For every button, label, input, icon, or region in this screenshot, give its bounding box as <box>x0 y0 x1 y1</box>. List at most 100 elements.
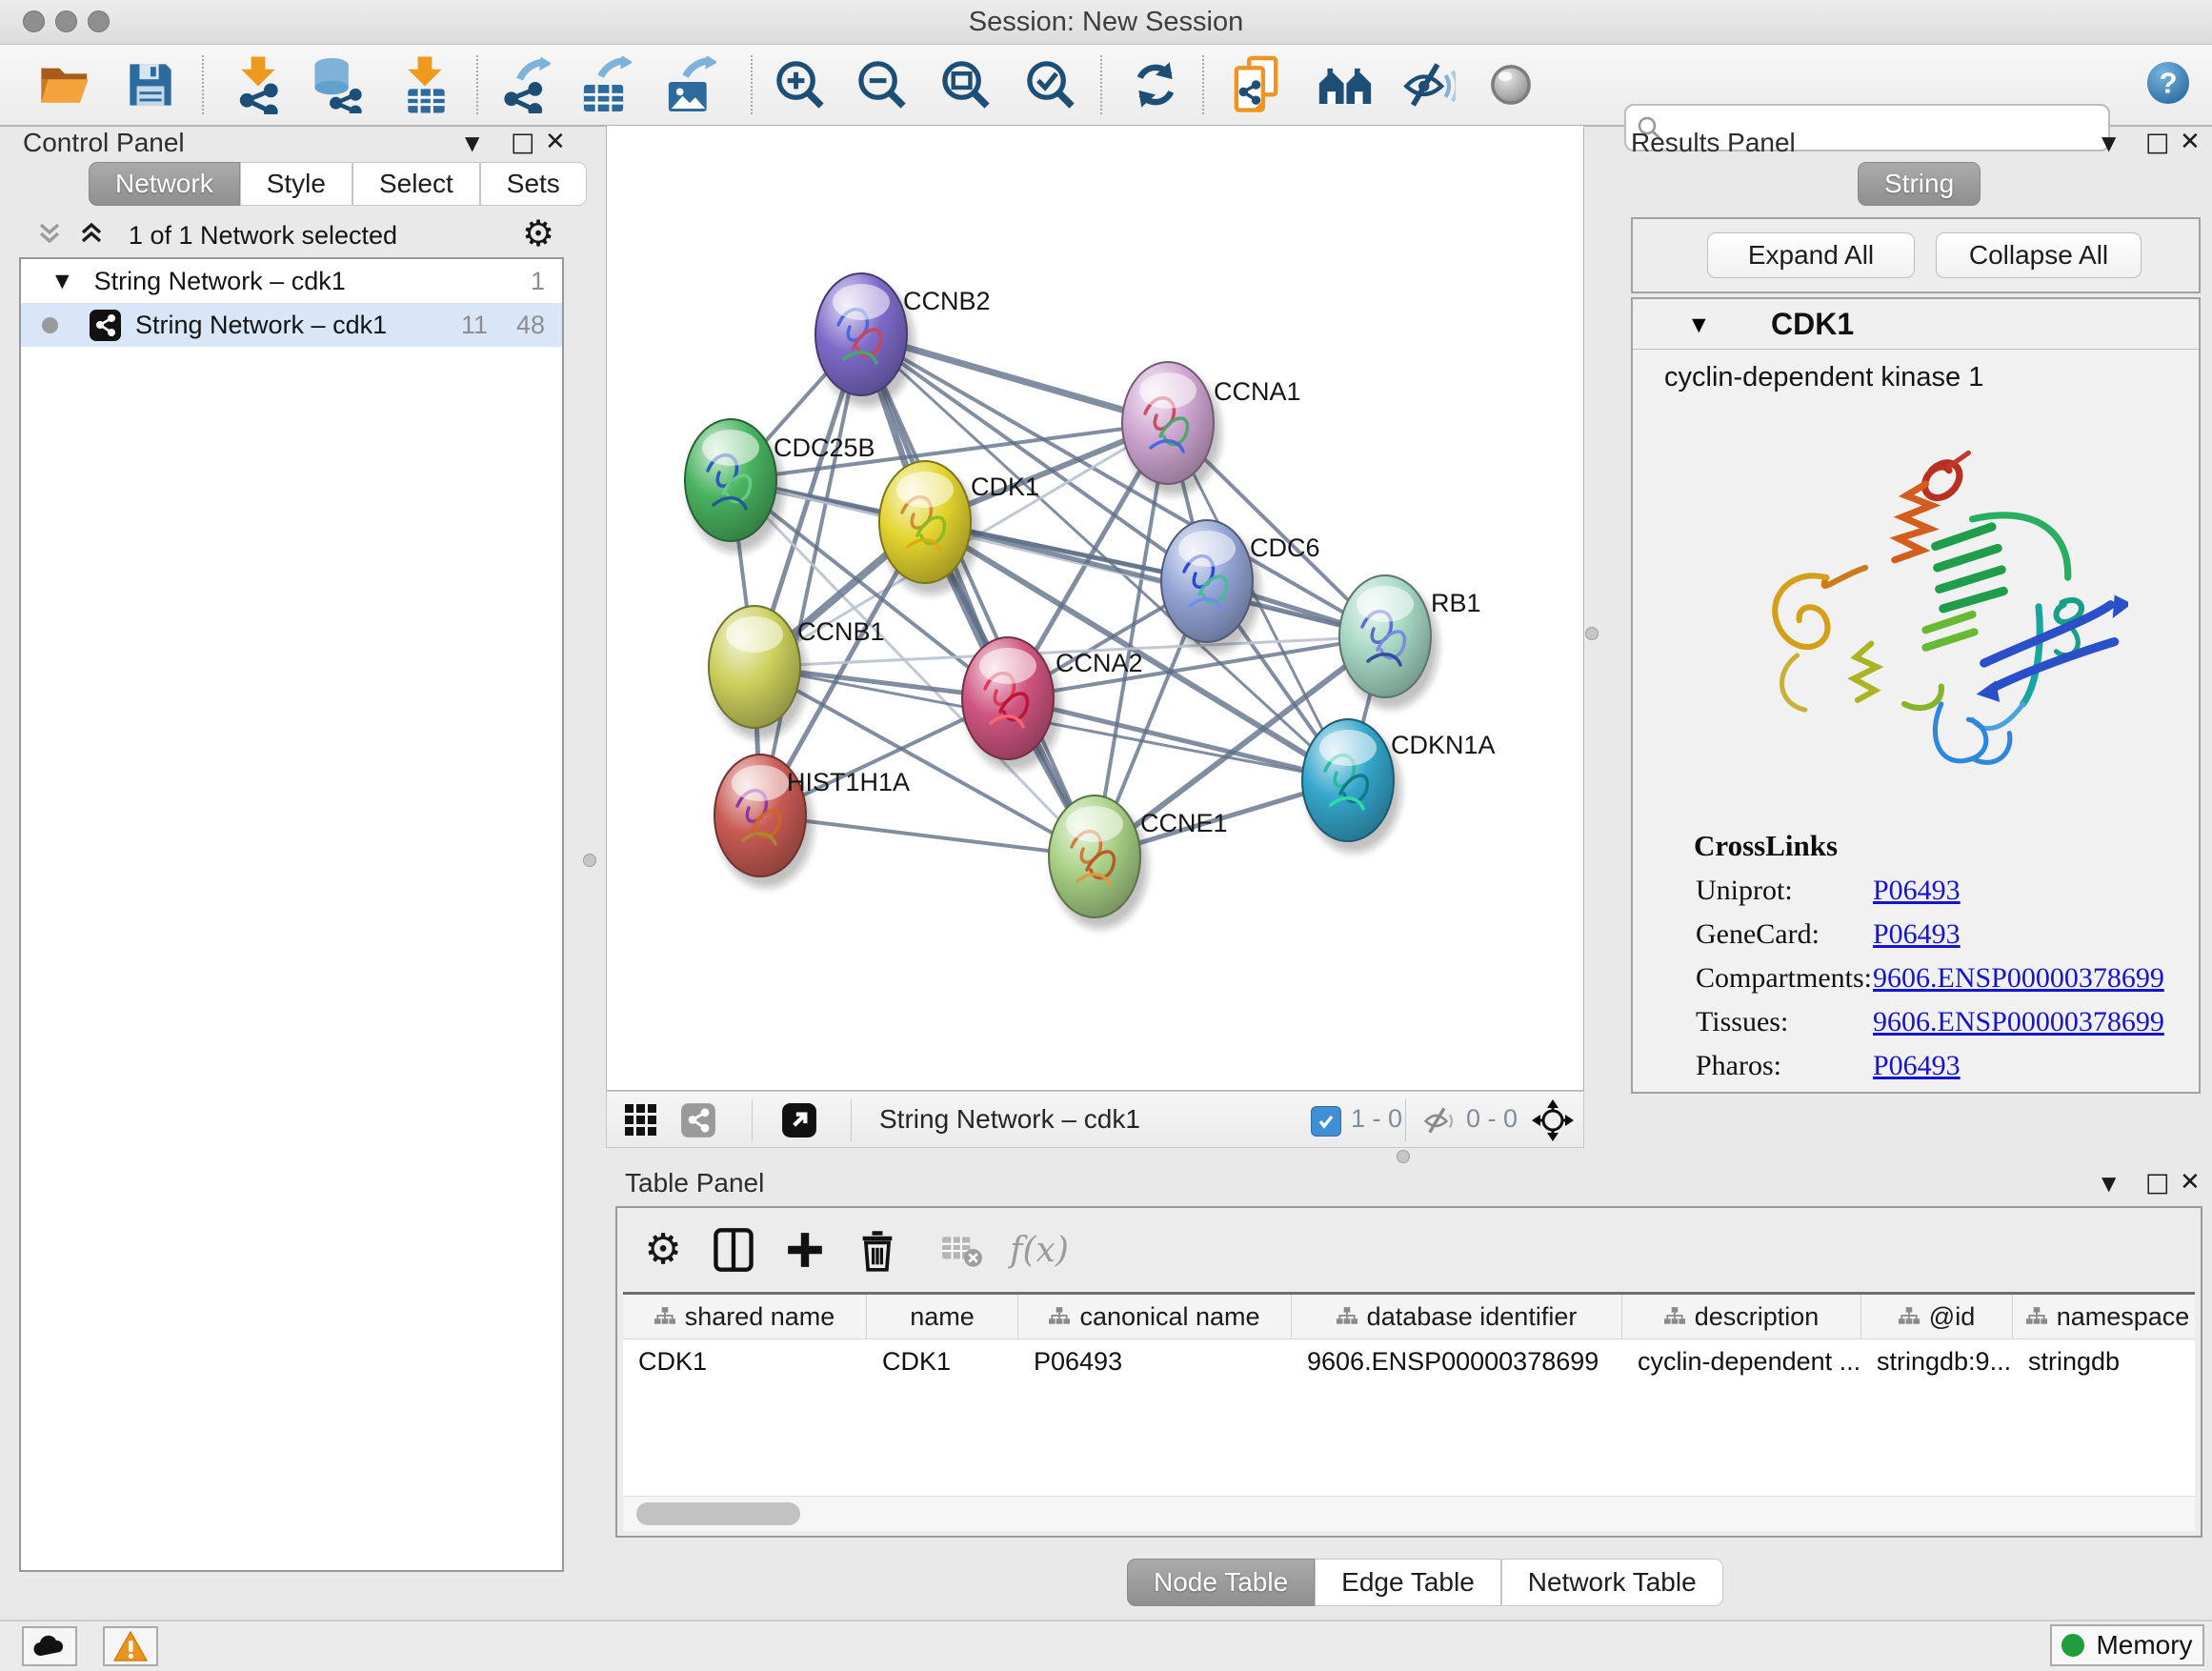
table-cell[interactable]: 9606.ENSP00000378699 <box>1292 1339 1622 1383</box>
table-cell[interactable]: CDK1 <box>623 1339 867 1383</box>
function-builder-button[interactable]: f(x) <box>996 1219 1082 1280</box>
crosslink-uniprot[interactable]: P06493 <box>1873 875 1961 906</box>
hide-details-button[interactable] <box>1396 51 1460 118</box>
floppy-save-icon <box>126 60 175 110</box>
splitter-handle[interactable] <box>1397 1150 1410 1163</box>
table-cell[interactable]: CDK1 <box>867 1339 1018 1383</box>
tab-style[interactable]: Style <box>240 162 352 206</box>
column-header-shared-name[interactable]: shared name <box>623 1295 867 1339</box>
tab-node-table[interactable]: Node Table <box>1127 1559 1315 1606</box>
column-type-icon <box>654 1307 675 1326</box>
network-view-share-button[interactable] <box>675 1099 721 1141</box>
import-table-button[interactable] <box>392 51 457 118</box>
houses-button[interactable] <box>1313 51 1377 118</box>
network-row[interactable]: String Network – cdk1 11 48 <box>21 303 562 347</box>
network-canvas[interactable]: CCNB2CCNA1CDC25BCDK1CDC6RB1CCNB1CCNA2CDK… <box>606 125 1584 1091</box>
crosslink-row: Compartments:9606.ENSP00000378699 <box>1696 962 2164 995</box>
export-image-button[interactable] <box>657 51 722 118</box>
column-header-namespace[interactable]: namespace <box>2013 1295 2195 1339</box>
column-header-database-identifier[interactable]: database identifier <box>1292 1295 1622 1339</box>
zoom-out-button[interactable] <box>850 51 915 118</box>
close-panel-icon[interactable]: ✕ <box>2180 1168 2201 1197</box>
float-panel-icon[interactable]: □ <box>511 128 535 157</box>
help-button[interactable]: ? <box>2142 56 2195 110</box>
table-cell[interactable]: P06493 <box>1018 1339 1292 1383</box>
column-label: shared name <box>685 1302 835 1332</box>
save-session-button[interactable] <box>118 51 183 118</box>
show-columns-button[interactable] <box>703 1219 764 1280</box>
grid-view-button[interactable] <box>618 1099 664 1141</box>
expand-all-button[interactable]: Expand All <box>1707 232 1915 278</box>
import-network-button[interactable] <box>226 51 291 118</box>
column-header-description[interactable]: description <box>1622 1295 1861 1339</box>
memory-button[interactable]: Memory <box>2050 1624 2204 1666</box>
scrollbar-thumb[interactable] <box>636 1502 800 1525</box>
delete-column-button[interactable] <box>847 1219 908 1280</box>
panel-menu-icon[interactable]: ▼ <box>2101 1172 2116 1195</box>
table-cell[interactable]: stringdb <box>2013 1339 2195 1383</box>
birds-eye-view-button[interactable] <box>1529 1097 1577 1143</box>
network-edge[interactable] <box>760 334 861 815</box>
collapse-triangle-icon[interactable]: ▼ <box>55 271 70 292</box>
column-header-canonical-name[interactable]: canonical name <box>1018 1295 1292 1339</box>
trash-icon <box>858 1228 896 1272</box>
table-cell[interactable]: stringdb:9... <box>1861 1339 2013 1383</box>
separator <box>752 1099 753 1141</box>
share-network-icon <box>89 309 122 342</box>
selected-checkbox-icon[interactable] <box>1311 1106 1341 1137</box>
zoom-in-button[interactable] <box>768 51 833 118</box>
column-header-name[interactable]: name <box>867 1295 1018 1339</box>
app-window: Session: New Session <box>0 0 2212 1671</box>
show-details-button[interactable] <box>1478 51 1543 118</box>
zoom-selected-button[interactable] <box>1018 51 1083 118</box>
crosslink-pharos[interactable]: P06493 <box>1873 1050 1961 1081</box>
warning-status-button[interactable] <box>103 1626 158 1666</box>
folder-open-icon <box>37 61 92 109</box>
network-collection-row[interactable]: ▼ String Network – cdk1 1 <box>21 259 562 303</box>
tab-edge-table[interactable]: Edge Table <box>1315 1559 1501 1606</box>
table-cell[interactable]: cyclin-dependent ... <box>1622 1339 1861 1383</box>
tab-network-table[interactable]: Network Table <box>1501 1559 1723 1606</box>
table-gear-button[interactable]: ⚙ <box>633 1219 694 1280</box>
network-node-count: 11 <box>461 311 488 340</box>
refresh-layout-button[interactable] <box>1123 51 1188 118</box>
import-table-icon <box>399 55 451 114</box>
network-graph[interactable]: CCNB2CCNA1CDC25BCDK1CDC6RB1CCNB1CCNA2CDK… <box>607 126 1583 1090</box>
collapse-all-button[interactable]: Collapse All <box>1936 232 2142 278</box>
splitter-handle[interactable] <box>1585 627 1599 640</box>
crosslink-tissues[interactable]: 9606.ENSP00000378699 <box>1873 1006 2164 1037</box>
panel-menu-icon[interactable]: ▼ <box>2101 131 2116 154</box>
delete-table-button[interactable] <box>932 1219 993 1280</box>
add-column-button[interactable] <box>774 1219 835 1280</box>
crosslink-genecard[interactable]: P06493 <box>1873 918 1961 950</box>
close-panel-icon[interactable]: ✕ <box>545 128 566 156</box>
detach-view-button[interactable] <box>776 1099 822 1141</box>
collapse-triangle-icon[interactable]: ▼ <box>1692 314 1706 335</box>
zoom-fit-button[interactable] <box>934 51 998 118</box>
gear-icon[interactable]: ⚙ <box>522 215 554 252</box>
table-row[interactable]: CDK1CDK1P064939606.ENSP00000378699cyclin… <box>623 1339 2195 1383</box>
tab-select[interactable]: Select <box>352 162 480 206</box>
export-table-button[interactable] <box>573 51 637 118</box>
crosslink-compartments[interactable]: 9606.ENSP00000378699 <box>1873 962 2164 994</box>
panel-menu-icon[interactable]: ▼ <box>465 131 479 154</box>
crosslink-label: Uniprot: <box>1696 875 1873 907</box>
node-label-ccnb2: CCNB2 <box>903 287 991 315</box>
close-panel-icon[interactable]: ✕ <box>2180 128 2201 156</box>
import-network-from-database-button[interactable] <box>305 51 370 118</box>
tab-network[interactable]: Network <box>89 162 240 206</box>
float-panel-icon[interactable]: □ <box>2145 1168 2170 1198</box>
splitter-handle[interactable] <box>583 854 596 867</box>
export-network-button[interactable] <box>492 51 556 118</box>
tab-sets[interactable]: Sets <box>480 162 587 206</box>
open-session-button[interactable] <box>32 51 97 118</box>
column-header--id[interactable]: @id <box>1861 1295 2013 1339</box>
first-neighbors-button[interactable] <box>1225 51 1290 118</box>
crosslink-label: GeneCard: <box>1696 918 1873 951</box>
cloud-status-button[interactable] <box>22 1626 77 1666</box>
float-panel-icon[interactable]: □ <box>2145 128 2170 157</box>
gene-panel-header[interactable]: ▼ CDK1 <box>1633 299 2199 350</box>
table-horizontal-scrollbar[interactable] <box>623 1496 2195 1531</box>
tab-string[interactable]: String <box>1858 162 1981 206</box>
toolbar-separator <box>202 55 204 114</box>
